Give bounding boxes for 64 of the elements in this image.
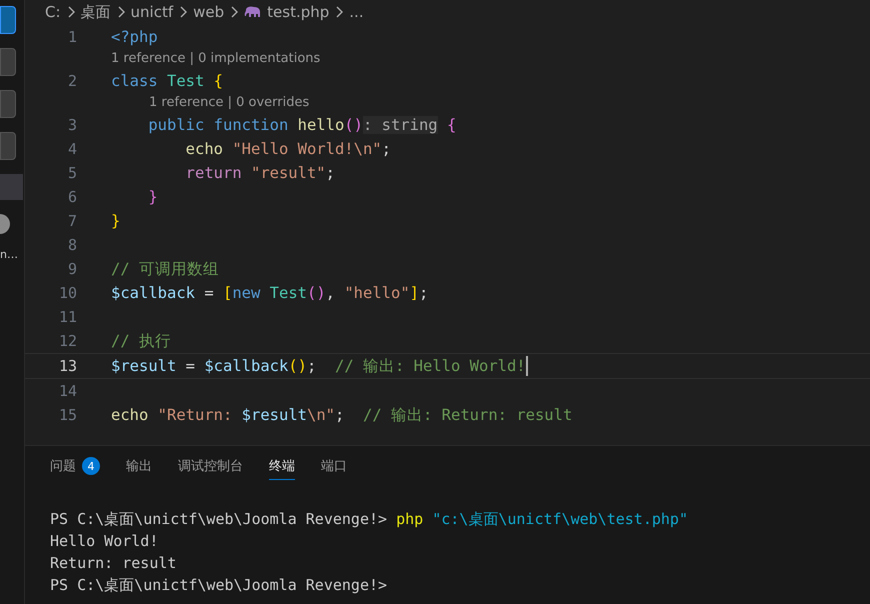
tab-label: 端口 xyxy=(321,458,347,475)
breadcrumb-item[interactable]: test.php xyxy=(267,3,330,21)
elephant-icon xyxy=(244,6,262,18)
code-line: } xyxy=(147,188,158,206)
panel-tab[interactable]: 输出 xyxy=(126,457,152,480)
line-number: 1 xyxy=(66,28,77,46)
line-number: 4 xyxy=(66,140,77,158)
terminal-line: PS C:\桌面\unictf\web\Joomla Revenge!> xyxy=(50,575,388,596)
chevron-icon xyxy=(66,6,76,18)
code-line: $callback = [new Test(), "hello"]; xyxy=(111,284,428,302)
code-line: // 可调用数组 xyxy=(111,258,219,280)
tab-label: 调试控制台 xyxy=(178,458,243,475)
breadcrumb-item[interactable]: web xyxy=(193,3,224,21)
code-line: class Test { xyxy=(111,72,224,90)
codelens-text[interactable]: 1 reference | 0 implementations xyxy=(25,49,870,69)
chevron-icon xyxy=(116,6,126,18)
breadcrumb-item[interactable]: 桌面 xyxy=(80,2,111,22)
avatar-icon[interactable] xyxy=(0,214,10,234)
sidebar-item-highlight[interactable] xyxy=(0,174,23,200)
sidebar-icon[interactable] xyxy=(0,90,16,118)
line-number: 3 xyxy=(66,116,77,134)
sidebar-icon[interactable] xyxy=(0,132,16,160)
code-line: // 执行 xyxy=(111,330,171,352)
terminal-line: PS C:\桌面\unictf\web\Joomla Revenge!> php "c:\桌面\unictf\web\test.php" xyxy=(50,509,689,530)
panel-tab[interactable]: 端口 xyxy=(321,457,347,480)
tab-label: 问题 xyxy=(50,458,76,475)
breadcrumb-item[interactable]: ... xyxy=(349,3,364,21)
terminal-line: Return: result xyxy=(50,553,178,574)
tab-label: 输出 xyxy=(126,458,152,475)
chevron-icon xyxy=(334,6,344,18)
code-line: $result = $callback(); // 输出: Hello World! xyxy=(111,356,526,376)
sidebar-icon[interactable] xyxy=(0,6,16,34)
line-number: 12 xyxy=(58,332,77,350)
code-line: } xyxy=(111,212,120,230)
line-number: 8 xyxy=(66,236,77,254)
code-line: echo "Hello World!\n"; xyxy=(184,140,391,158)
code-line: echo "Return: $result\n"; // 输出: Return: result xyxy=(111,404,572,426)
sidebar-label: n… xyxy=(0,248,18,261)
terminal-line: Hello World! xyxy=(50,531,160,552)
line-number: 6 xyxy=(66,188,77,206)
codelens-text[interactable]: 1 reference | 0 overrides xyxy=(25,93,870,113)
code-line: <?php xyxy=(111,28,158,46)
breadcrumb-item[interactable]: unictf xyxy=(130,3,174,21)
panel-tab[interactable]: 调试控制台 xyxy=(178,457,243,480)
line-number: 11 xyxy=(58,308,77,326)
panel-tab[interactable]: 终端 xyxy=(269,457,295,480)
chevron-icon xyxy=(178,6,188,18)
line-number: 7 xyxy=(66,212,77,230)
breadcrumb-item[interactable]: C: xyxy=(45,3,61,21)
text-cursor xyxy=(526,356,528,376)
line-number: 15 xyxy=(58,406,77,424)
line-number: 10 xyxy=(58,284,77,302)
sidebar-icon[interactable] xyxy=(0,48,16,76)
line-number: 13 xyxy=(58,357,77,375)
panel-tab[interactable]: 问题 4 xyxy=(50,457,100,480)
line-number: 9 xyxy=(66,260,77,278)
code-line: public function hello(): string { xyxy=(147,116,456,134)
line-number: 14 xyxy=(58,382,77,400)
tab-label: 终端 xyxy=(269,458,295,475)
line-number: 2 xyxy=(66,72,77,90)
line-number: 5 xyxy=(66,164,77,182)
count-badge: 4 xyxy=(82,457,100,475)
code-line: return "result"; xyxy=(184,164,335,182)
chevron-icon xyxy=(229,6,240,18)
